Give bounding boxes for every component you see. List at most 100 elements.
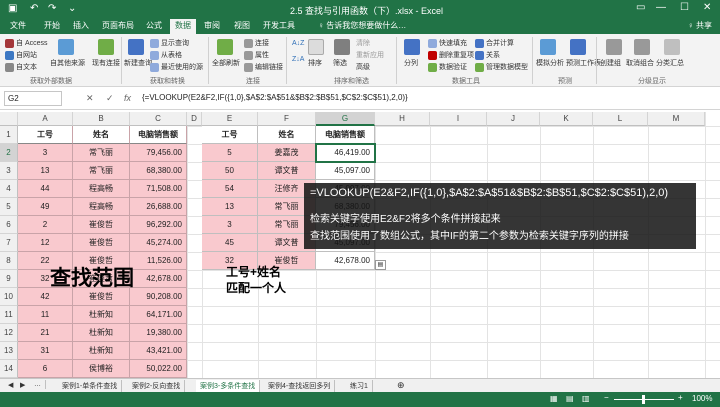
zoom-in-button[interactable]: + — [678, 393, 683, 402]
left-table-cell[interactable]: 31 — [18, 342, 73, 360]
left-table-cell[interactable]: 42,678.00 — [130, 270, 187, 288]
clear-button[interactable]: 清除 — [356, 38, 370, 48]
customize-icon[interactable]: ⌄ — [68, 3, 76, 14]
left-table-cell[interactable]: 崔俊哲 — [73, 234, 130, 252]
left-table-cell[interactable]: 杜新知 — [73, 342, 130, 360]
manage-data-model-button[interactable]: 管理数据模型 — [475, 62, 528, 72]
column-header-g[interactable]: G — [316, 112, 375, 126]
sheet-tab-case2[interactable]: 案例2-反向查找 — [128, 380, 186, 392]
from-text-button[interactable]: 自文本 — [5, 62, 37, 72]
right-table-cell[interactable]: 13 — [202, 198, 258, 216]
column-header-h[interactable]: H — [375, 112, 430, 126]
sheet-tab-exercise1[interactable]: 练习1 — [346, 380, 373, 392]
left-table-cell[interactable]: 79,456.00 — [130, 144, 187, 162]
sort-button[interactable]: 排序 — [308, 58, 322, 68]
left-table-header[interactable]: 姓名 — [73, 126, 130, 144]
left-table-cell[interactable]: 3 — [18, 144, 73, 162]
row-header[interactable]: 13 — [0, 342, 18, 360]
recent-sources-button[interactable]: 最近使用的源 — [150, 62, 203, 72]
left-table-cell[interactable]: 68,380.00 — [130, 162, 187, 180]
left-table-cell[interactable]: 43,421.00 — [130, 342, 187, 360]
ungroup-button[interactable]: 取消组合 — [626, 58, 654, 68]
right-table-header[interactable]: 姓名 — [258, 126, 316, 144]
close-button[interactable]: ✕ — [703, 2, 711, 13]
tab-data[interactable]: 数据 — [170, 19, 196, 34]
column-header-e[interactable]: E — [202, 112, 258, 126]
column-header-b[interactable]: B — [73, 112, 130, 126]
text-to-columns-button[interactable]: 分列 — [404, 58, 418, 68]
advanced-button[interactable]: 高级 — [356, 62, 370, 72]
select-all-corner[interactable] — [0, 112, 18, 126]
result-cell[interactable]: 42,678.00 — [316, 252, 375, 270]
remove-duplicates-button[interactable]: 删除重复项 — [428, 50, 474, 60]
save-icon[interactable]: ▣ — [8, 3, 17, 14]
active-cell-g2[interactable] — [315, 143, 376, 163]
tab-home[interactable]: 开始 — [44, 20, 60, 31]
row-header[interactable]: 12 — [0, 324, 18, 342]
sort-asc-button[interactable]: A↓Z — [292, 40, 304, 47]
sheet-tab-case1[interactable]: 案例1-单条件查找 — [58, 380, 123, 392]
row-header[interactable]: 7 — [0, 234, 18, 252]
existing-connections-button[interactable]: 现有连接 — [92, 58, 120, 68]
left-table-cell[interactable]: 26,688.00 — [130, 198, 187, 216]
show-query-button[interactable]: 显示查询 — [150, 38, 189, 48]
left-table-cell[interactable]: 侯博裕 — [73, 360, 130, 378]
minimize-button[interactable]: — — [656, 2, 666, 13]
row-header[interactable]: 8 — [0, 252, 18, 270]
left-table-cell[interactable]: 6 — [18, 360, 73, 378]
tab-insert[interactable]: 插入 — [73, 20, 89, 31]
left-table-cell[interactable]: 杜新知 — [73, 306, 130, 324]
tab-file[interactable]: 文件 — [10, 20, 26, 31]
left-table-cell[interactable]: 常飞丽 — [73, 144, 130, 162]
connections-button[interactable]: 连接 — [244, 38, 269, 48]
column-header-i[interactable]: I — [430, 112, 487, 126]
column-header-m[interactable]: M — [648, 112, 705, 126]
tab-review[interactable]: 审阅 — [204, 20, 220, 31]
normal-view-icon[interactable]: ▦ — [550, 394, 558, 403]
edit-links-button[interactable]: 编辑链接 — [244, 62, 283, 72]
from-web-button[interactable]: 自网站 — [5, 50, 37, 60]
right-table-header[interactable]: 电脑销售额 — [316, 126, 375, 144]
undo-icon[interactable]: ↶ — [30, 3, 38, 14]
zoom-slider-thumb[interactable] — [642, 395, 645, 404]
column-header-c[interactable]: C — [130, 112, 187, 126]
left-table-header[interactable]: 工号 — [18, 126, 73, 144]
left-table-cell[interactable]: 90,208.00 — [130, 288, 187, 306]
left-table-cell[interactable]: 64,171.00 — [130, 306, 187, 324]
left-table-cell[interactable]: 71,508.00 — [130, 180, 187, 198]
right-table-cell[interactable]: 45 — [202, 234, 258, 252]
sheet-nav-next-icon[interactable]: ▶ — [16, 380, 29, 390]
row-header[interactable]: 3 — [0, 162, 18, 180]
left-table-cell[interactable]: 96,292.00 — [130, 216, 187, 234]
column-header-f[interactable]: F — [258, 112, 316, 126]
redo-icon[interactable]: ↷ — [48, 3, 56, 14]
name-box[interactable]: G2 — [4, 91, 62, 106]
right-table-header[interactable]: 工号 — [202, 126, 258, 144]
left-table-cell[interactable]: 11,526.00 — [130, 252, 187, 270]
left-table-cell[interactable]: 崔俊哲 — [73, 216, 130, 234]
left-table-cell[interactable]: 13 — [18, 162, 73, 180]
left-table-cell[interactable]: 50,022.00 — [130, 360, 187, 378]
page-layout-view-icon[interactable]: ▤ — [566, 394, 574, 403]
left-table-cell[interactable]: 19,380.00 — [130, 324, 187, 342]
column-header-a[interactable]: A — [18, 112, 73, 126]
subtotal-button[interactable]: 分类汇总 — [656, 58, 684, 68]
filter-button[interactable]: 筛选 — [333, 58, 347, 68]
row-header[interactable]: 2 — [0, 144, 18, 162]
row-header[interactable]: 6 — [0, 216, 18, 234]
tell-me-search[interactable]: ♀ 告诉我您想要做什么… — [318, 20, 406, 31]
flash-fill-button[interactable]: 快速填充 — [428, 38, 467, 48]
zoom-level[interactable]: 100% — [692, 394, 712, 403]
column-header-j[interactable]: J — [487, 112, 540, 126]
left-table-cell[interactable]: 21 — [18, 324, 73, 342]
row-header[interactable]: 1 — [0, 126, 18, 144]
left-table-cell[interactable]: 49 — [18, 198, 73, 216]
left-table-cell[interactable]: 45,274.00 — [130, 234, 187, 252]
left-table-cell[interactable]: 2 — [18, 216, 73, 234]
group-button[interactable]: 创建组 — [600, 58, 621, 68]
add-sheet-icon[interactable]: ⊕ — [393, 379, 409, 392]
row-header[interactable]: 9 — [0, 270, 18, 288]
right-table-cell[interactable]: 3 — [202, 216, 258, 234]
sheet-tab-case4[interactable]: 案例4-查找返回多列 — [264, 380, 336, 392]
data-validation-button[interactable]: 数据验证 — [428, 62, 467, 72]
